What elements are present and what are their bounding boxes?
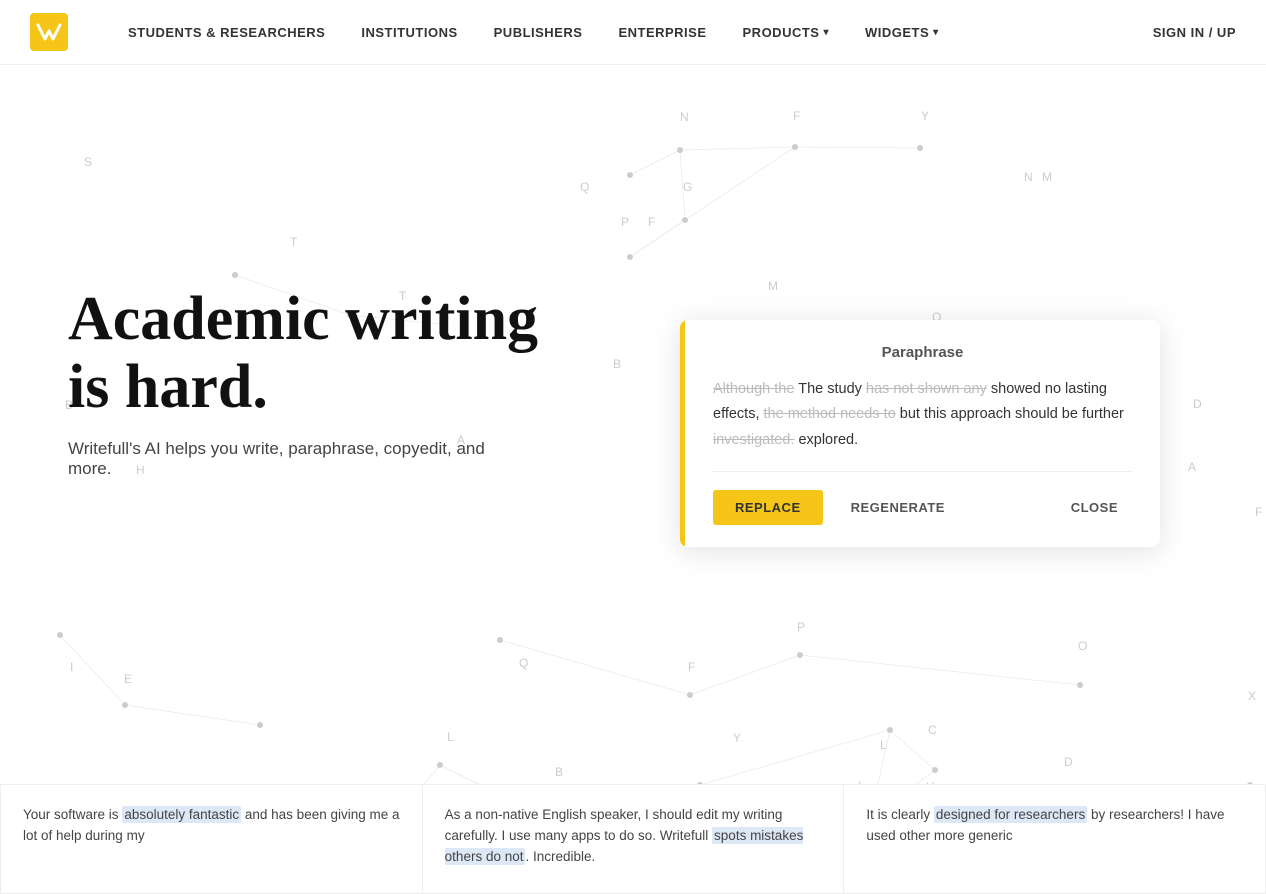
products-chevron-icon: ▾ [823,27,829,38]
hero-title: Academic writing is hard. [68,285,588,421]
hero-subtitle: Writefull's AI helps you write, paraphra… [68,439,528,479]
scatter-letter: F [793,109,800,123]
scatter-letter: F [1255,505,1262,519]
regenerate-button[interactable]: REGENERATE [837,490,959,525]
scatter-letter: T [290,235,297,249]
replacement-text-approach: but this approach should be further [900,406,1124,422]
hero-section: Academic writing is hard. Writefull's AI… [68,285,588,479]
scatter-letter: P [797,620,805,634]
signin-button[interactable]: SIGN IN / UP [1153,25,1236,40]
close-button[interactable]: CLOSE [1057,490,1132,525]
card-divider [713,471,1132,472]
card-title: Paraphrase [713,344,1132,361]
nav-products[interactable]: PRODUCTS ▾ [743,25,829,40]
scatter-letter: F [648,215,655,229]
navigation: STUDENTS & RESEARCHERS INSTITUTIONS PUBL… [0,0,1266,65]
nav-links: STUDENTS & RESEARCHERS INSTITUTIONS PUBL… [128,25,1153,40]
scatter-letter: L [880,738,887,752]
replacement-text-study: The study [798,381,866,397]
card-body-text: Although the The study has not shown any… [713,377,1132,453]
scatter-letter: F [688,660,695,674]
original-text-strike3: the method needs to [764,406,896,422]
testimonial-3-before: It is clearly [866,807,934,822]
testimonial-2-after: . Incredible. [525,849,595,864]
scatter-letter: Y [921,109,929,123]
scatter-letter: A [1188,460,1196,474]
original-text-strike4: investigated. [713,432,794,448]
card-accent-bar [680,320,685,547]
paraphrase-card: Paraphrase Although the The study has no… [680,320,1160,547]
scatter-letter: G [683,180,692,194]
original-text-strike2: has not shown any [866,381,987,397]
scatter-letter: B [613,357,621,371]
scatter-letter: L [447,730,454,744]
testimonial-2: As a non-native English speaker, I shoul… [422,784,844,894]
scatter-letter: D [1064,755,1073,769]
scatter-letter: S [84,155,92,169]
scatter-letter: D [1193,397,1202,411]
scatter-letter: O [1078,639,1087,653]
scatter-letter: E [124,672,132,686]
scatter-letter: I [70,660,73,674]
nav-institutions[interactable]: INSTITUTIONS [361,25,457,40]
nav-widgets[interactable]: WIDGETS ▾ [865,25,939,40]
nav-enterprise[interactable]: ENTERPRISE [618,25,706,40]
scatter-letter: M [1042,170,1052,184]
scatter-letter: M [768,279,778,293]
testimonials-section: Your software is absolutely fantastic an… [0,784,1266,894]
scatter-letter: Y [733,731,741,745]
logo[interactable] [30,13,68,51]
testimonial-1-before: Your software is [23,807,122,822]
testimonial-1-highlight: absolutely fantastic [122,806,241,823]
scatter-letter: P [621,215,629,229]
card-actions: REPLACE REGENERATE CLOSE [713,490,1132,525]
main-content: SNFYQGNMPFTTMQBBAHDAFIEQFPOXLYBSLCIUDMBD… [0,65,1266,894]
testimonial-3: It is clearly designed for researchers b… [843,784,1266,894]
widgets-chevron-icon: ▾ [933,27,939,38]
original-text-strike1: Although the [713,381,794,397]
scatter-letter: B [555,765,563,779]
replacement-text-explored: explored. [798,432,858,448]
nav-students[interactable]: STUDENTS & RESEARCHERS [128,25,325,40]
nav-products-label: PRODUCTS [743,25,820,40]
scatter-letter: X [1248,689,1256,703]
replace-button[interactable]: REPLACE [713,490,823,525]
scatter-letter: N [680,110,689,124]
scatter-letter: N [1024,170,1033,184]
scatter-letter: C [928,723,937,737]
scatter-letter: Q [519,656,528,670]
testimonial-1: Your software is absolutely fantastic an… [0,784,422,894]
testimonial-3-highlight: designed for researchers [934,806,1087,823]
nav-publishers[interactable]: PUBLISHERS [494,25,583,40]
nav-widgets-label: WIDGETS [865,25,929,40]
scatter-letter: Q [580,180,589,194]
